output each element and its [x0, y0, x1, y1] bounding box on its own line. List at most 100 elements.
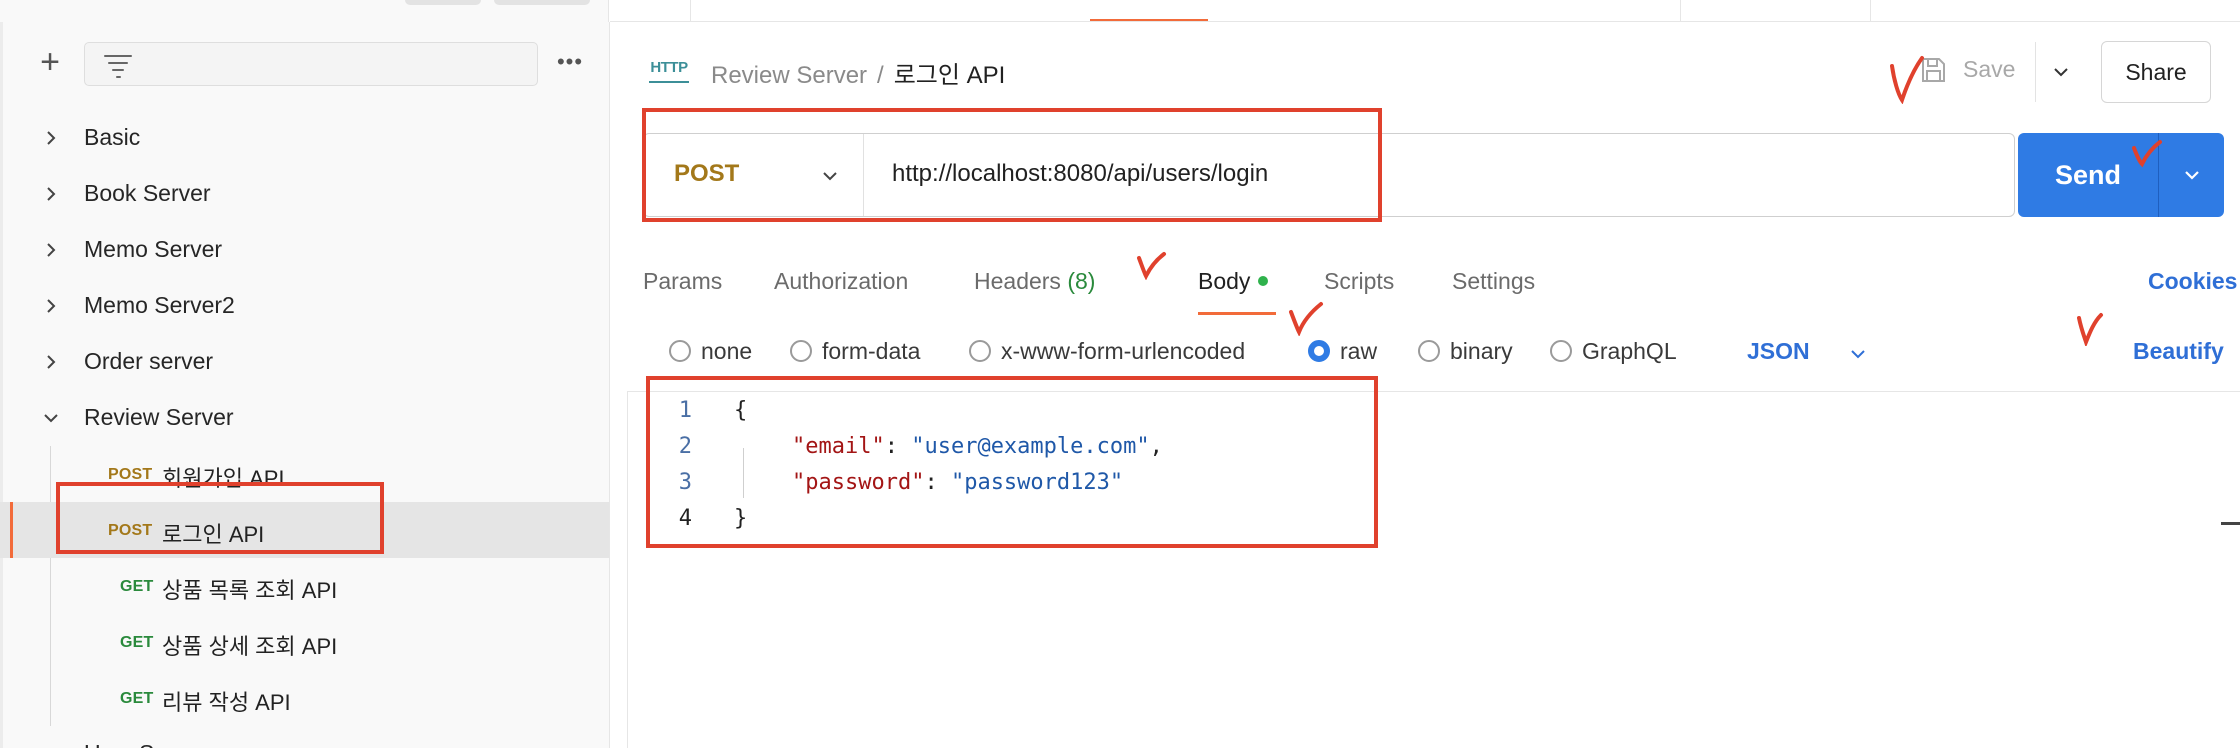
- request-name: 상품 목록 조회 API: [162, 578, 338, 603]
- tab-headers-label: Headers: [974, 268, 1061, 294]
- collection-label: Memo Server2: [84, 292, 235, 318]
- headers-count: (8): [1067, 268, 1096, 294]
- radio-label: raw: [1340, 338, 1378, 364]
- collection-memo-server[interactable]: Memo Server: [0, 222, 609, 278]
- json-string: "password123": [950, 470, 1124, 495]
- request-name: 회원가입 API: [162, 466, 285, 491]
- radio-circle: [1550, 339, 1572, 362]
- collection-book-server[interactable]: Book Server: [0, 166, 609, 222]
- code-text: {: [734, 398, 748, 423]
- tab-body[interactable]: Body: [1198, 268, 1269, 295]
- radio-none[interactable]: none: [669, 338, 752, 365]
- json-key: "email": [792, 434, 885, 459]
- radio-label: GraphQL: [1582, 338, 1677, 364]
- top-ghost-button[interactable]: [494, 0, 590, 5]
- request-item[interactable]: GET 상품 상세 조회 API: [0, 614, 609, 670]
- url-input[interactable]: http://localhost:8080/api/users/login: [892, 160, 1268, 188]
- chevron-down-icon: [44, 414, 58, 423]
- line-number: 4: [678, 506, 692, 531]
- radio-label: binary: [1450, 338, 1513, 364]
- radio-graphql[interactable]: GraphQL: [1550, 338, 1677, 365]
- radio-urlencoded[interactable]: x-www-form-urlencoded: [969, 338, 1245, 365]
- tab-separator: [690, 0, 691, 21]
- collection-label: Basic: [84, 124, 141, 150]
- cookies-link[interactable]: Cookies: [2148, 268, 2237, 295]
- collection-basic[interactable]: Basic: [0, 110, 609, 166]
- line-number: 1: [678, 398, 692, 423]
- line-number: 2: [678, 434, 692, 459]
- method-badge: POST: [108, 466, 153, 483]
- chevron-down-icon[interactable]: [1849, 345, 1867, 363]
- request-name: 상품 상세 조회 API: [162, 634, 338, 659]
- tab-separator: [1680, 0, 1681, 21]
- request-item[interactable]: GET 리뷰 작성 API: [0, 670, 609, 726]
- radio-circle: [669, 339, 691, 362]
- collection-label: Book Server: [84, 180, 211, 206]
- chevron-right-icon: [47, 187, 56, 201]
- collection-label: Order server: [84, 348, 214, 374]
- method-badge: GET: [120, 690, 154, 707]
- plus-icon[interactable]: +: [34, 45, 66, 80]
- request-name: 로그인 API: [162, 522, 265, 547]
- radio-label: none: [701, 338, 753, 364]
- radio-binary[interactable]: binary: [1418, 338, 1513, 365]
- code-line: 4 }: [628, 506, 2128, 542]
- radio-label: form-data: [822, 338, 921, 364]
- save-icon: [1922, 58, 1945, 82]
- chevron-down-icon[interactable]: [2051, 62, 2071, 82]
- chevron-down-icon: [823, 172, 837, 181]
- active-tab-underline: [1198, 312, 1276, 315]
- tab-headers[interactable]: Headers (8): [974, 268, 1095, 295]
- collection-order-server[interactable]: Order server: [0, 334, 609, 390]
- tab-settings[interactable]: Settings: [1452, 268, 1535, 295]
- radio-raw[interactable]: raw: [1308, 338, 1377, 365]
- sidebar-toolbar: + •••: [0, 38, 609, 90]
- code-line: 3 "password": "password123": [628, 470, 2128, 506]
- request-name: 리뷰 작성 API: [162, 690, 291, 715]
- method-badge: GET: [120, 634, 154, 651]
- top-ghost-button[interactable]: [405, 0, 481, 5]
- request-item[interactable]: GET 상품 목록 조회 API: [0, 558, 609, 614]
- chevron-right-icon: [47, 299, 56, 313]
- breadcrumb-parent[interactable]: Review Server: [711, 62, 867, 89]
- save-label: Save: [1963, 56, 2016, 82]
- chevron-down-icon: [2185, 171, 2199, 180]
- tab-separator: [1870, 0, 1871, 21]
- code-editor[interactable]: 1 { 2 "email": "user@example.com", 3 "pa…: [627, 391, 2240, 748]
- collection-label: Review Server: [84, 404, 234, 430]
- body-status-dot: [1258, 275, 1269, 286]
- tab-params[interactable]: Params: [643, 268, 722, 295]
- more-icon[interactable]: •••: [554, 48, 586, 78]
- collection-review-server[interactable]: Review Server: [0, 390, 609, 446]
- top-tab-strip: [0, 0, 2240, 22]
- tab-authorization[interactable]: Authorization: [774, 268, 908, 295]
- chevron-right-icon: [47, 355, 56, 369]
- breadcrumb-separator: /: [877, 62, 884, 89]
- collection-memo-server2[interactable]: Memo Server2: [0, 278, 609, 334]
- divider: [2035, 42, 2036, 102]
- collection-label: User Server: [84, 740, 207, 748]
- breadcrumb-current[interactable]: 로그인 API: [894, 62, 1006, 89]
- send-options-button[interactable]: [2158, 133, 2224, 217]
- request-item-active[interactable]: POST 로그인 API: [0, 502, 609, 558]
- request-tabs: Params Authorization Headers (8) Body Sc…: [643, 250, 2237, 320]
- request-item[interactable]: POST 회원가입 API: [0, 446, 609, 502]
- scrollbar-marker[interactable]: [2221, 522, 2240, 525]
- sidebar-filter-input[interactable]: [84, 42, 538, 86]
- radio-circle-selected: [1308, 339, 1330, 362]
- radio-form-data[interactable]: form-data: [790, 338, 920, 365]
- collection-user-server[interactable]: User Server: [0, 726, 609, 748]
- format-select[interactable]: JSON: [1747, 338, 1810, 365]
- method-select[interactable]: POST: [644, 134, 864, 216]
- code-text: }: [734, 506, 748, 531]
- beautify-link[interactable]: Beautify: [2133, 338, 2224, 365]
- code-line: 2 "email": "user@example.com",: [628, 434, 2128, 470]
- tab-scripts[interactable]: Scripts: [1324, 268, 1394, 295]
- http-icon: HTTP: [649, 57, 689, 83]
- method-badge: GET: [120, 578, 154, 595]
- radio-circle: [1418, 339, 1440, 362]
- send-button[interactable]: Send: [2018, 133, 2158, 217]
- radio-circle: [790, 339, 812, 362]
- share-button[interactable]: Share: [2101, 41, 2211, 103]
- tab-body-label: Body: [1198, 268, 1251, 294]
